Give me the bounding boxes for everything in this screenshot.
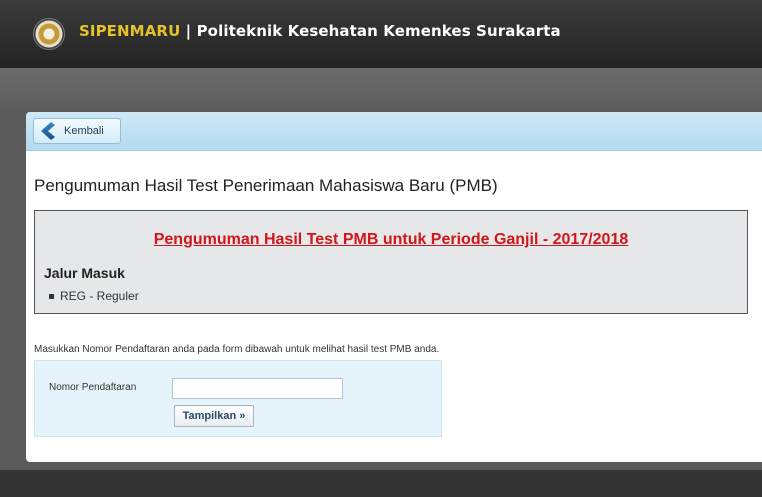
brand-name: SIPENMARU xyxy=(79,22,181,40)
bullet-icon xyxy=(49,293,54,299)
registration-number-label: Nomor Pendaftaran xyxy=(49,382,137,393)
announcement-link[interactable]: Pengumuman Hasil Test PMB untuk Periode … xyxy=(35,231,747,249)
jalur-masuk-title: Jalur Masuk xyxy=(44,265,125,281)
institution-name: Politeknik Kesehatan Kemenkes Surakarta xyxy=(196,22,561,40)
jalur-item-label: REG - Reguler xyxy=(60,289,139,303)
show-results-button[interactable]: Tampilkan » xyxy=(174,405,254,427)
top-header: SIPENMARU | Politeknik Kesehatan Kemenke… xyxy=(0,0,762,68)
footer-bar xyxy=(0,470,762,497)
lookup-form: Nomor Pendaftaran Tampilkan » xyxy=(34,360,442,437)
back-button[interactable]: Kembali xyxy=(33,118,121,144)
back-arrow-icon xyxy=(41,122,55,140)
content-card: Kembali Pengumuman Hasil Test Penerimaan… xyxy=(26,112,762,462)
page-heading: Pengumuman Hasil Test Penerimaan Mahasis… xyxy=(34,176,498,195)
toolbar: Kembali xyxy=(26,112,762,151)
header-band xyxy=(0,68,762,118)
jalur-list-item: REG - Reguler xyxy=(49,289,139,303)
jalur-list: REG - Reguler xyxy=(49,289,139,303)
institution-logo xyxy=(33,18,65,50)
registration-number-input[interactable] xyxy=(172,378,343,399)
instruction-text: Masukkan Nomor Pendaftaran anda pada for… xyxy=(34,344,440,355)
back-button-label: Kembali xyxy=(64,125,104,137)
site-title: SIPENMARU | Politeknik Kesehatan Kemenke… xyxy=(79,22,561,40)
announcement-box: Pengumuman Hasil Test PMB untuk Periode … xyxy=(34,210,748,314)
title-separator: | xyxy=(180,22,197,40)
